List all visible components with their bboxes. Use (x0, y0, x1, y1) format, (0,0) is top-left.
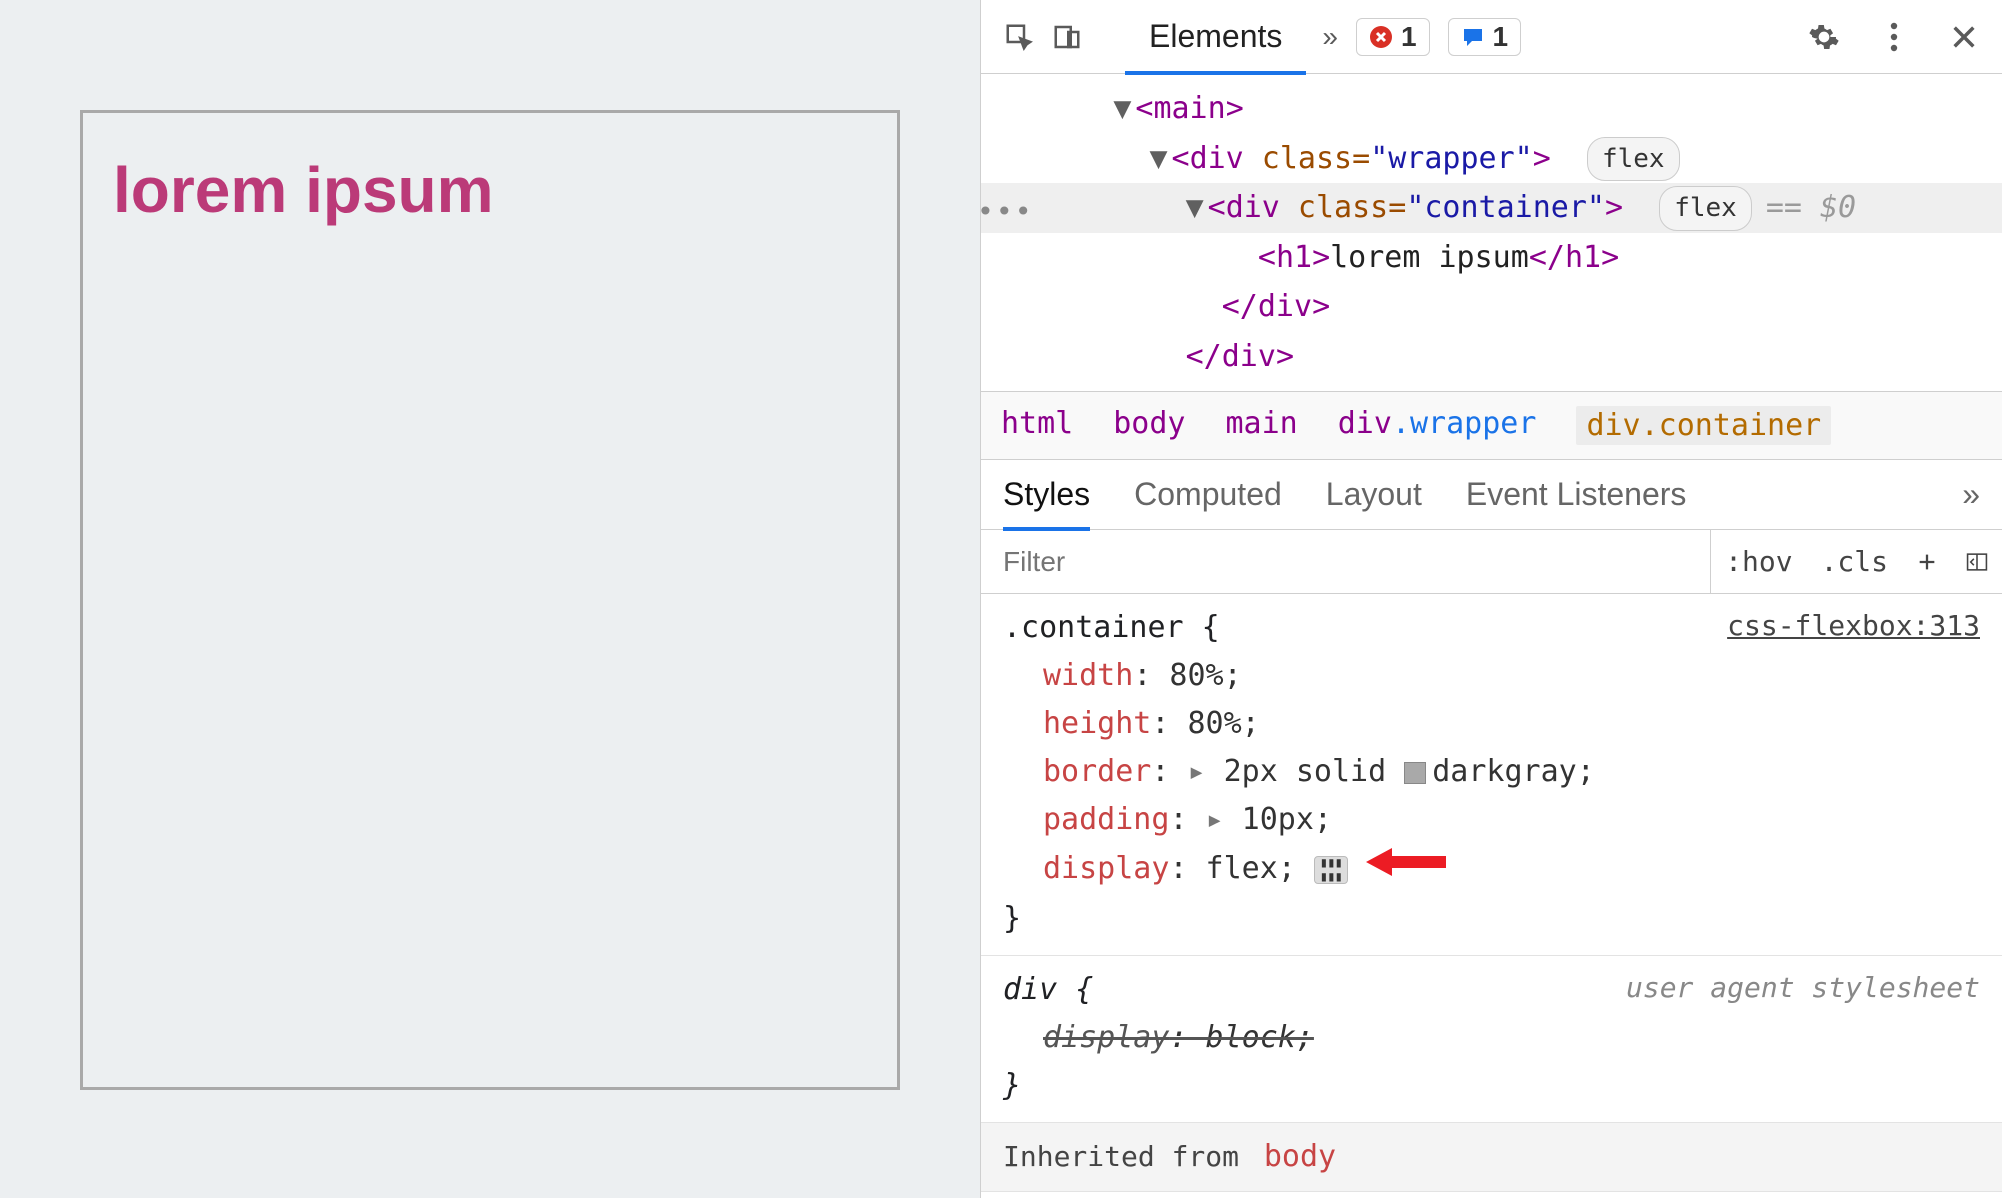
decl-padding[interactable]: padding: ▸ 10px; (1003, 796, 1980, 844)
color-swatch-icon[interactable] (1404, 762, 1426, 784)
message-count: 1 (1493, 21, 1509, 53)
decl-display-block-overridden[interactable]: display: block; (1003, 1014, 1980, 1062)
flex-badge[interactable]: flex (1659, 186, 1752, 231)
style-rules-pane[interactable]: css-flexbox:313 .container { width: 80%;… (981, 594, 2002, 1198)
decl-height[interactable]: height: 80%; (1003, 700, 1980, 748)
flexbox-editor-icon[interactable]: ▮▮▮▮▮▮ (1314, 856, 1348, 884)
styles-subtabs: Styles Computed Layout Event Listeners » (981, 460, 2002, 530)
dom-node-main[interactable]: ▼<main> (981, 84, 2002, 134)
inherited-label: Inherited from (1003, 1140, 1239, 1173)
rendered-heading: lorem ipsum (113, 153, 867, 227)
decl-display-flex[interactable]: display: flex; ▮▮▮▮▮▮ (1003, 844, 1980, 895)
breadcrumb-wrapper[interactable]: div.wrapper (1338, 406, 1537, 445)
dom-node-container-selected[interactable]: ••• ▼<div class="container"> flex== $0 (981, 183, 2002, 233)
subtab-styles[interactable]: Styles (1003, 462, 1090, 531)
dom-tree[interactable]: ▼<main> ▼<div class="wrapper"> flex ••• … (981, 74, 2002, 391)
error-count: 1 (1401, 21, 1417, 53)
message-badge[interactable]: 1 (1448, 18, 1522, 56)
decl-width[interactable]: width: 80%; (1003, 652, 1980, 700)
rule-div-ua[interactable]: user agent stylesheet div { display: blo… (981, 956, 2002, 1123)
rule-close-brace: } (1003, 1062, 1980, 1110)
toggle-sidebar-icon[interactable] (1952, 530, 2002, 593)
tab-elements[interactable]: Elements (1125, 2, 1306, 75)
rule-source-ua: user agent stylesheet (1626, 966, 1980, 1011)
subtab-layout[interactable]: Layout (1326, 460, 1422, 529)
inherited-from-selector[interactable]: body (1264, 1139, 1336, 1174)
styles-filter-row: :hov .cls (981, 530, 2002, 594)
subtab-computed[interactable]: Computed (1134, 460, 1282, 529)
dom-node-h1[interactable]: <h1>lorem ipsum</h1> (981, 233, 2002, 283)
devtools-panel: Elements » 1 1 ▼<main> ▼<div class="w (980, 0, 2002, 1198)
flex-badge[interactable]: flex (1587, 137, 1680, 182)
dom-node-wrapper[interactable]: ▼<div class="wrapper"> flex (981, 134, 2002, 184)
close-devtools-icon[interactable] (1942, 15, 1986, 59)
settings-gear-icon[interactable] (1802, 15, 1846, 59)
tabs-overflow-icon[interactable]: » (1322, 21, 1338, 53)
breadcrumb-main[interactable]: main (1226, 406, 1298, 445)
dom-node-div-close[interactable]: </div> (981, 282, 2002, 332)
new-style-rule-button[interactable] (1902, 530, 1952, 593)
rule-close-brace: } (1003, 895, 1980, 943)
cls-toggle-button[interactable]: .cls (1807, 530, 1902, 593)
dom-breadcrumb: html body main div.wrapper div.container (981, 391, 2002, 460)
hov-toggle-button[interactable]: :hov (1711, 530, 1806, 593)
rule-container[interactable]: css-flexbox:313 .container { width: 80%;… (981, 594, 2002, 956)
subtab-event-listeners[interactable]: Event Listeners (1466, 460, 1687, 529)
rule-body-partial[interactable]: css-flexbox:83 body { (981, 1192, 2002, 1198)
breadcrumb-html[interactable]: html (1001, 406, 1073, 445)
page-viewport: lorem ipsum (0, 0, 980, 1198)
breadcrumb-body[interactable]: body (1113, 406, 1185, 445)
rule-source-link[interactable]: css-flexbox:313 (1727, 604, 1980, 649)
inherited-from-row: Inherited from body (981, 1123, 2002, 1192)
subtabs-overflow-icon[interactable]: » (1962, 476, 1980, 513)
device-toggle-icon[interactable] (1045, 15, 1089, 59)
selected-node-ref: == $0 (1766, 190, 1856, 225)
breadcrumb-container-selected[interactable]: div.container (1576, 406, 1831, 445)
kebab-menu-icon[interactable] (1872, 15, 1916, 59)
error-badge[interactable]: 1 (1356, 18, 1430, 56)
devtools-toolbar: Elements » 1 1 (981, 0, 2002, 74)
rendered-container: lorem ipsum (80, 110, 900, 1090)
decl-border[interactable]: border: ▸ 2px solid darkgray; (1003, 748, 1980, 796)
dom-node-div-close[interactable]: </div> (981, 332, 2002, 382)
styles-filter-input[interactable] (981, 530, 1711, 593)
annotation-arrow-icon (1366, 844, 1446, 895)
inspect-element-icon[interactable] (997, 15, 1041, 59)
